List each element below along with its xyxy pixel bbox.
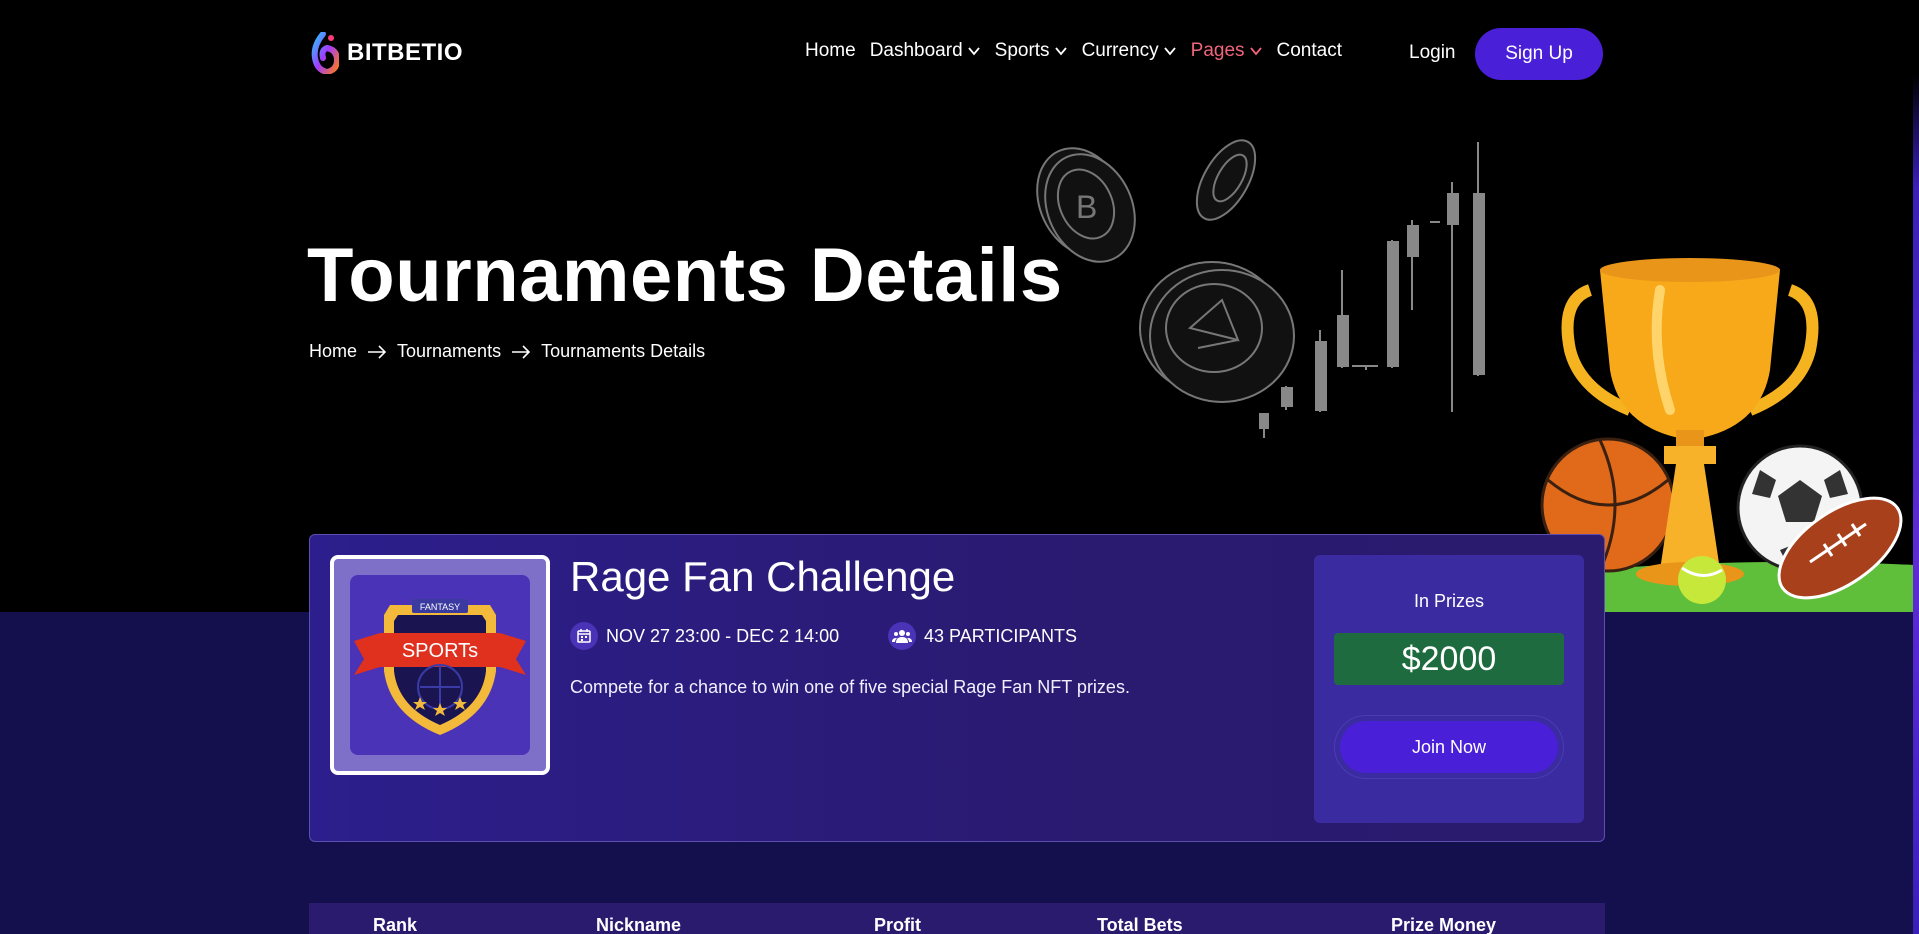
tournament-card: FANTASY SPORTs Rage Fan Challenge NOV 27…	[309, 534, 1605, 842]
badge-ribbon-text: SPORTs	[402, 640, 478, 662]
chevron-down-icon	[1249, 47, 1262, 56]
prize-amount: $2000	[1334, 633, 1564, 685]
nav-item-pages[interactable]: Pages	[1191, 40, 1263, 62]
nav-item-home[interactable]: Home	[805, 40, 856, 62]
leaderboard-header: Rank Nickname Profit Total Bets Prize Mo…	[309, 903, 1605, 934]
prize-panel: In Prizes $2000 Join Now	[1314, 555, 1584, 823]
nav-item-label: Dashboard	[869, 40, 963, 61]
brand-logo[interactable]: BITBETIO	[309, 32, 463, 74]
tournament-badge: FANTASY SPORTs	[350, 575, 530, 755]
tournament-dates-text: NOV 27 23:00 - DEC 2 14:00	[606, 625, 840, 646]
nav-item-currency[interactable]: Currency	[1082, 40, 1177, 62]
nav-item-label: Contact	[1276, 40, 1342, 61]
breadcrumb-home[interactable]: Home	[309, 341, 357, 362]
column-header-prize-money: Prize Money	[1391, 915, 1497, 934]
nav-item-label: Sports	[994, 40, 1050, 61]
column-header-nickname: Nickname	[596, 915, 682, 934]
join-button-wrapper: Join Now	[1334, 715, 1564, 779]
column-header-total-bets: Total Bets	[1097, 915, 1183, 934]
signup-button[interactable]: Sign Up	[1475, 28, 1603, 80]
column-header-rank: Rank	[373, 915, 418, 934]
candlestick-chart-icon	[1259, 142, 1485, 438]
join-now-button[interactable]: Join Now	[1340, 721, 1558, 773]
arrow-right-icon	[512, 344, 531, 359]
scroll-accent-bar	[1913, 0, 1919, 934]
tournament-participants: 43 PARTICIPANTS	[888, 622, 1077, 650]
badge-top-text: FANTASY	[420, 602, 460, 612]
logo-icon	[311, 32, 339, 74]
page-title: Tournaments Details	[307, 233, 1063, 318]
fantasy-sports-shield-icon: FANTASY SPORTs	[354, 599, 526, 735]
nav-item-dashboard[interactable]: Dashboard	[870, 40, 981, 62]
breadcrumb-current: Tournaments Details	[541, 341, 706, 361]
prize-label: In Prizes	[1413, 591, 1485, 611]
tennis-ball-icon	[1678, 556, 1726, 604]
login-link[interactable]: Login	[1409, 42, 1456, 64]
svg-text:B: B	[1076, 189, 1097, 225]
nav-item-label: Home	[805, 40, 856, 61]
brand-name: BITBETIO	[347, 39, 463, 66]
arrow-right-icon	[368, 344, 387, 359]
breadcrumb: Home Tournaments Tournaments Details	[309, 341, 705, 362]
nav-item-label: Pages	[1190, 40, 1245, 61]
tournament-description: Compete for a chance to win one of five …	[570, 677, 1130, 697]
tournament-name: Rage Fan Challenge	[570, 553, 956, 600]
ethereum-coin-icon	[1139, 261, 1295, 403]
column-header-profit: Profit	[874, 915, 921, 934]
breadcrumb-tournaments[interactable]: Tournaments	[397, 341, 501, 362]
nav-item-sports[interactable]: Sports	[995, 40, 1068, 62]
main-nav: Home Dashboard Sports Currency Pages Con…	[805, 40, 1356, 62]
tournament-dates: NOV 27 23:00 - DEC 2 14:00	[570, 622, 839, 650]
users-icon	[888, 622, 916, 650]
nav-item-contact[interactable]: Contact	[1277, 40, 1342, 62]
calendar-icon	[570, 622, 598, 650]
small-coin-icon	[1195, 139, 1257, 221]
nav-item-label: Currency	[1081, 40, 1159, 61]
chevron-down-icon	[1054, 47, 1067, 56]
tournament-thumbnail: FANTASY SPORTs	[330, 555, 550, 775]
chevron-down-icon	[1163, 47, 1176, 56]
participants-text: 43 PARTICIPANTS	[924, 625, 1078, 646]
chevron-down-icon	[967, 47, 980, 56]
